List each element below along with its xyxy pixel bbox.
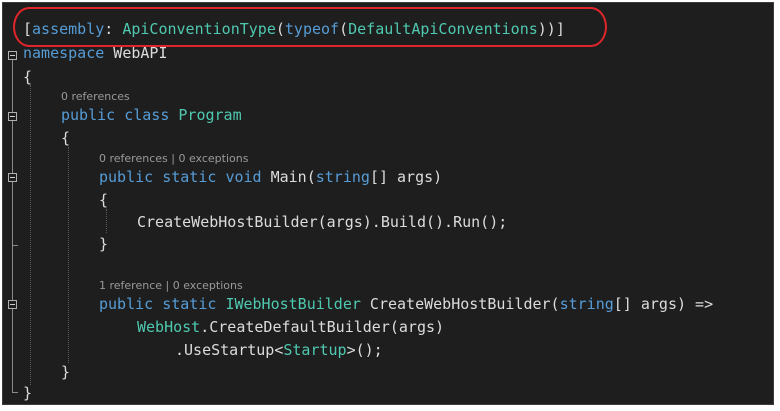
code-line-main-body[interactable]: CreateWebHostBuilder(args).Build().Run()… [137,212,507,232]
code-token: ( [339,20,349,38]
codelens-text: 0 references [61,90,130,103]
code-token: WebAPI [104,44,168,62]
fold-region-end [12,392,18,393]
code-token: typeof [284,20,340,38]
code-token: ( [275,20,285,38]
code-token: string [559,295,614,313]
code-token: assembly [32,20,105,38]
code-token: class [124,106,170,124]
codelens-program-references[interactable]: 0 references [61,90,130,104]
code-line-main-declaration[interactable]: public static void Main(string[] args) [99,167,442,187]
collapse-namespace-icon[interactable] [8,51,17,60]
code-token: DefaultApiConventions [348,20,538,38]
indent-guide [68,147,69,363]
code-line-use-startup[interactable]: .UseStartup<Startup>(); [175,340,383,360]
fold-region-line [12,60,13,392]
code-line-assembly-attribute[interactable]: [assembly: ApiConventionType(typeof(Defa… [23,19,565,39]
codelens-builder[interactable]: 1 reference | 0 exceptions [99,279,243,293]
code-token: public [61,106,116,124]
code-line-builder-body[interactable]: WebHost.CreateDefaultBuilder(args) [137,317,444,337]
code-line-class-close-brace[interactable]: } [61,362,70,382]
code-token: string [315,168,370,186]
code-token: static [162,168,217,186]
code-token: Startup [283,341,347,359]
code-token: .UseStartup< [175,341,284,359]
code-editor[interactable]: [assembly: ApiConventionType(typeof(Defa… [2,2,774,405]
fold-main-end [12,245,18,246]
code-token: namespace [23,44,105,62]
code-token: static [162,295,217,313]
codelens-main[interactable]: 0 references | 0 exceptions [99,152,248,166]
indent-guide [106,209,107,233]
code-token: Program [178,106,242,124]
code-token: [] args) [369,168,443,186]
code-token: : [104,20,123,38]
code-line-class-open-brace[interactable]: { [61,128,70,148]
collapse-builder-method-icon[interactable] [8,300,17,309]
code-token: Main( [261,168,316,186]
collapse-main-method-icon[interactable] [8,173,17,182]
code-token: { [23,68,33,86]
code-line-namespace-open-brace[interactable]: { [23,67,32,87]
code-line-namespace[interactable]: namespace WebAPI [23,43,168,63]
code-token: { [61,129,71,147]
code-line-namespace-close-brace[interactable]: } [23,383,32,403]
code-line-builder-declaration[interactable]: public static IWebHostBuilder CreateWebH… [99,294,713,314]
code-token: ApiConventionType [122,20,276,38]
code-token: >(); [346,341,383,359]
code-token: [] args) => [613,295,714,313]
code-token: void [225,168,262,186]
collapse-class-icon[interactable] [8,112,17,121]
codelens-references-link[interactable]: 1 reference [99,279,162,292]
codelens-exceptions-link[interactable]: 0 exceptions [173,279,243,292]
code-token: public [99,295,154,313]
indent-guide [30,85,31,385]
code-token: public [99,168,154,186]
code-token: { [99,191,109,209]
code-token: [ [23,20,33,38]
code-token: WebHost [137,318,201,336]
code-line-class-declaration[interactable]: public class Program [61,105,242,125]
codelens-separator: | [162,279,173,292]
code-token: IWebHostBuilder [225,295,361,313]
code-token: } [23,384,33,402]
codelens-references-link[interactable]: 0 references [99,152,168,165]
code-token: .CreateDefaultBuilder(args) [200,318,445,336]
code-token: CreateWebHostBuilder(args).Build().Run()… [137,213,508,231]
code-token: ))] [537,20,565,38]
code-token: CreateWebHostBuilder( [360,295,560,313]
code-token: } [99,235,109,253]
code-line-main-close-brace[interactable]: } [99,234,108,254]
code-line-main-open-brace[interactable]: { [99,190,108,210]
codelens-exceptions-link[interactable]: 0 exceptions [178,152,248,165]
codelens-separator: | [167,152,179,165]
code-token: } [61,363,71,381]
